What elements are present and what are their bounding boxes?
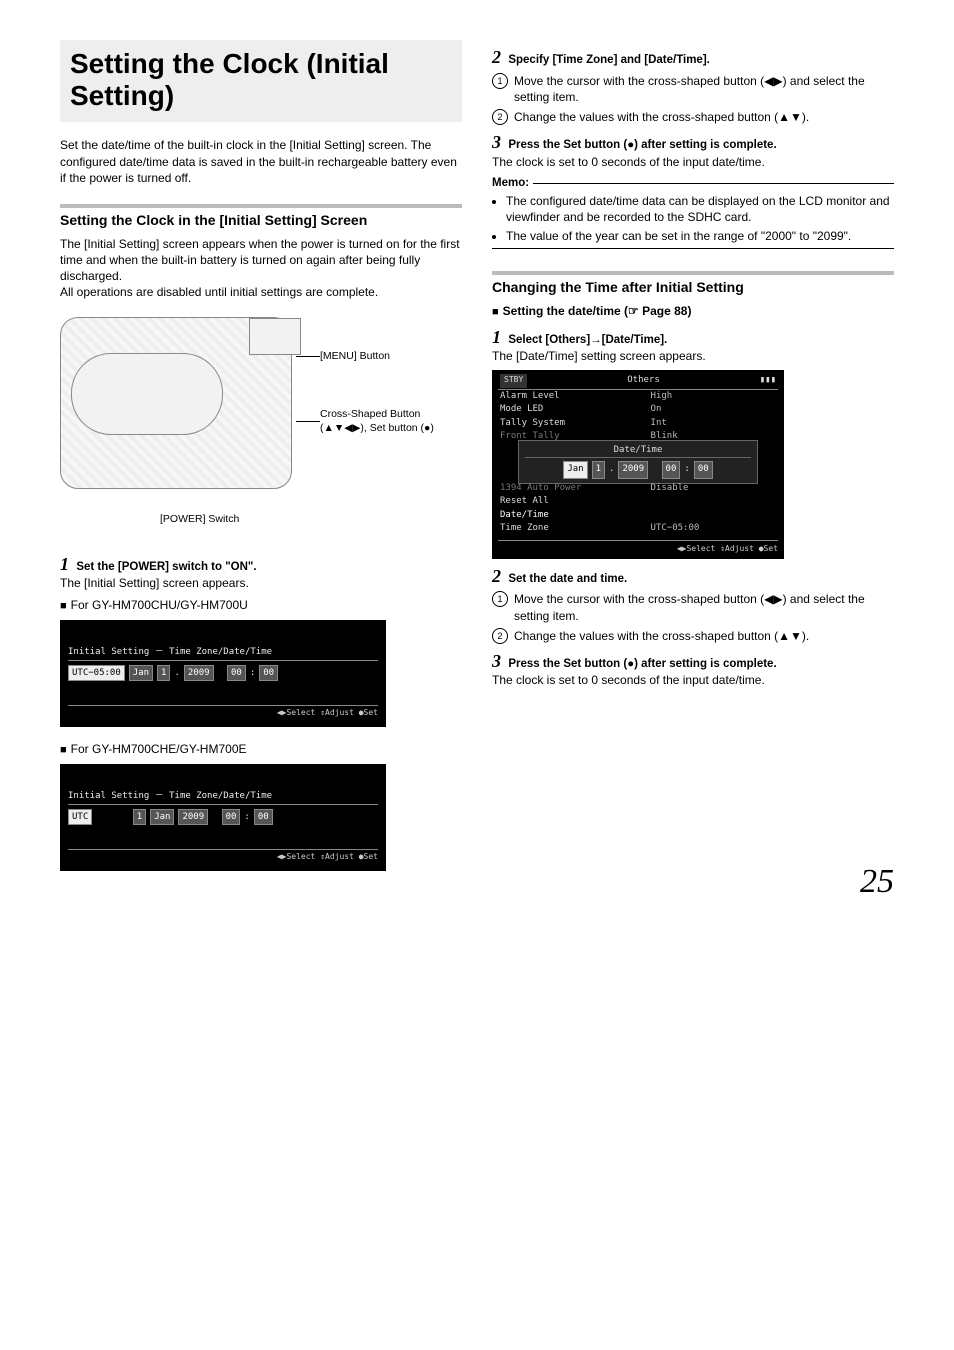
left-step-1-desc: The [Initial Setting] screen appears. bbox=[60, 575, 462, 591]
section2-setline: ■Setting the date/time (☞ Page 88) bbox=[492, 303, 894, 320]
lcd-u-utc: UTC−05:00 bbox=[68, 665, 125, 681]
model-u-label: ■For GY-HM700CHU/GY-HM700U bbox=[60, 597, 462, 614]
lcd-screen-e: Initial Setting － Time Zone/Date/Time UT… bbox=[60, 764, 386, 871]
section2-step-1: 1 Select [Others]→[Date/Time]. bbox=[492, 328, 894, 349]
section1-p1: The [Initial Setting] screen appears whe… bbox=[60, 236, 462, 285]
lcd-screen-others: STBY Others ▮▮▮ Alarm LevelHigh Mode LED… bbox=[492, 370, 784, 559]
right-step-2b: 2Change the values with the cross-shaped… bbox=[492, 109, 894, 125]
page-title: Setting the Clock (Initial Setting) bbox=[60, 40, 462, 122]
section1-p2: All operations are disabled until initia… bbox=[60, 284, 462, 300]
section1-heading: Setting the Clock in the [Initial Settin… bbox=[60, 204, 462, 230]
section2-step-2a: 1Move the cursor with the cross-shaped b… bbox=[492, 591, 894, 623]
section2-step-2b: 2Change the values with the cross-shaped… bbox=[492, 628, 894, 644]
battery-icon: ▮▮▮ bbox=[760, 374, 776, 388]
callout-cross-button: Cross-Shaped Button (▲▼◀▶), Set button (… bbox=[320, 407, 460, 435]
section2-step-1-desc: The [Date/Time] setting screen appears. bbox=[492, 348, 894, 364]
page-number: 25 bbox=[860, 859, 894, 905]
model-e-label: ■For GY-HM700CHE/GY-HM700E bbox=[60, 741, 462, 758]
intro-text: Set the date/time of the built-in clock … bbox=[60, 137, 462, 186]
lcd-screen-u: Initial Setting － Time Zone/Date/Time UT… bbox=[60, 620, 386, 727]
callout-power-switch: [POWER] Switch bbox=[160, 512, 239, 526]
memo-list: The configured date/time data can be dis… bbox=[492, 193, 894, 244]
section2-heading: Changing the Time after Initial Setting bbox=[492, 271, 894, 297]
callout-menu-button: [MENU] Button bbox=[320, 349, 390, 363]
memo-heading: Memo: bbox=[492, 176, 894, 192]
right-step-2a: 1Move the cursor with the cross-shaped b… bbox=[492, 73, 894, 105]
right-step-3: 3 Press the Set button (●) after setting… bbox=[492, 133, 894, 154]
right-step-3-desc: The clock is set to 0 seconds of the inp… bbox=[492, 154, 894, 170]
left-step-1: 1 Set the [POWER] switch to "ON". bbox=[60, 555, 462, 576]
section2-step-3: 3 Press the Set button (●) after setting… bbox=[492, 652, 894, 673]
camera-illustration: [MENU] Button Cross-Shaped Button (▲▼◀▶)… bbox=[60, 307, 462, 547]
right-step-2: 2 Specify [Time Zone] and [Date/Time]. bbox=[492, 48, 894, 69]
section2-step-3-desc: The clock is set to 0 seconds of the inp… bbox=[492, 672, 894, 688]
section2-step-2: 2 Set the date and time. bbox=[492, 567, 894, 588]
lcd-e-utc: UTC bbox=[68, 809, 92, 825]
